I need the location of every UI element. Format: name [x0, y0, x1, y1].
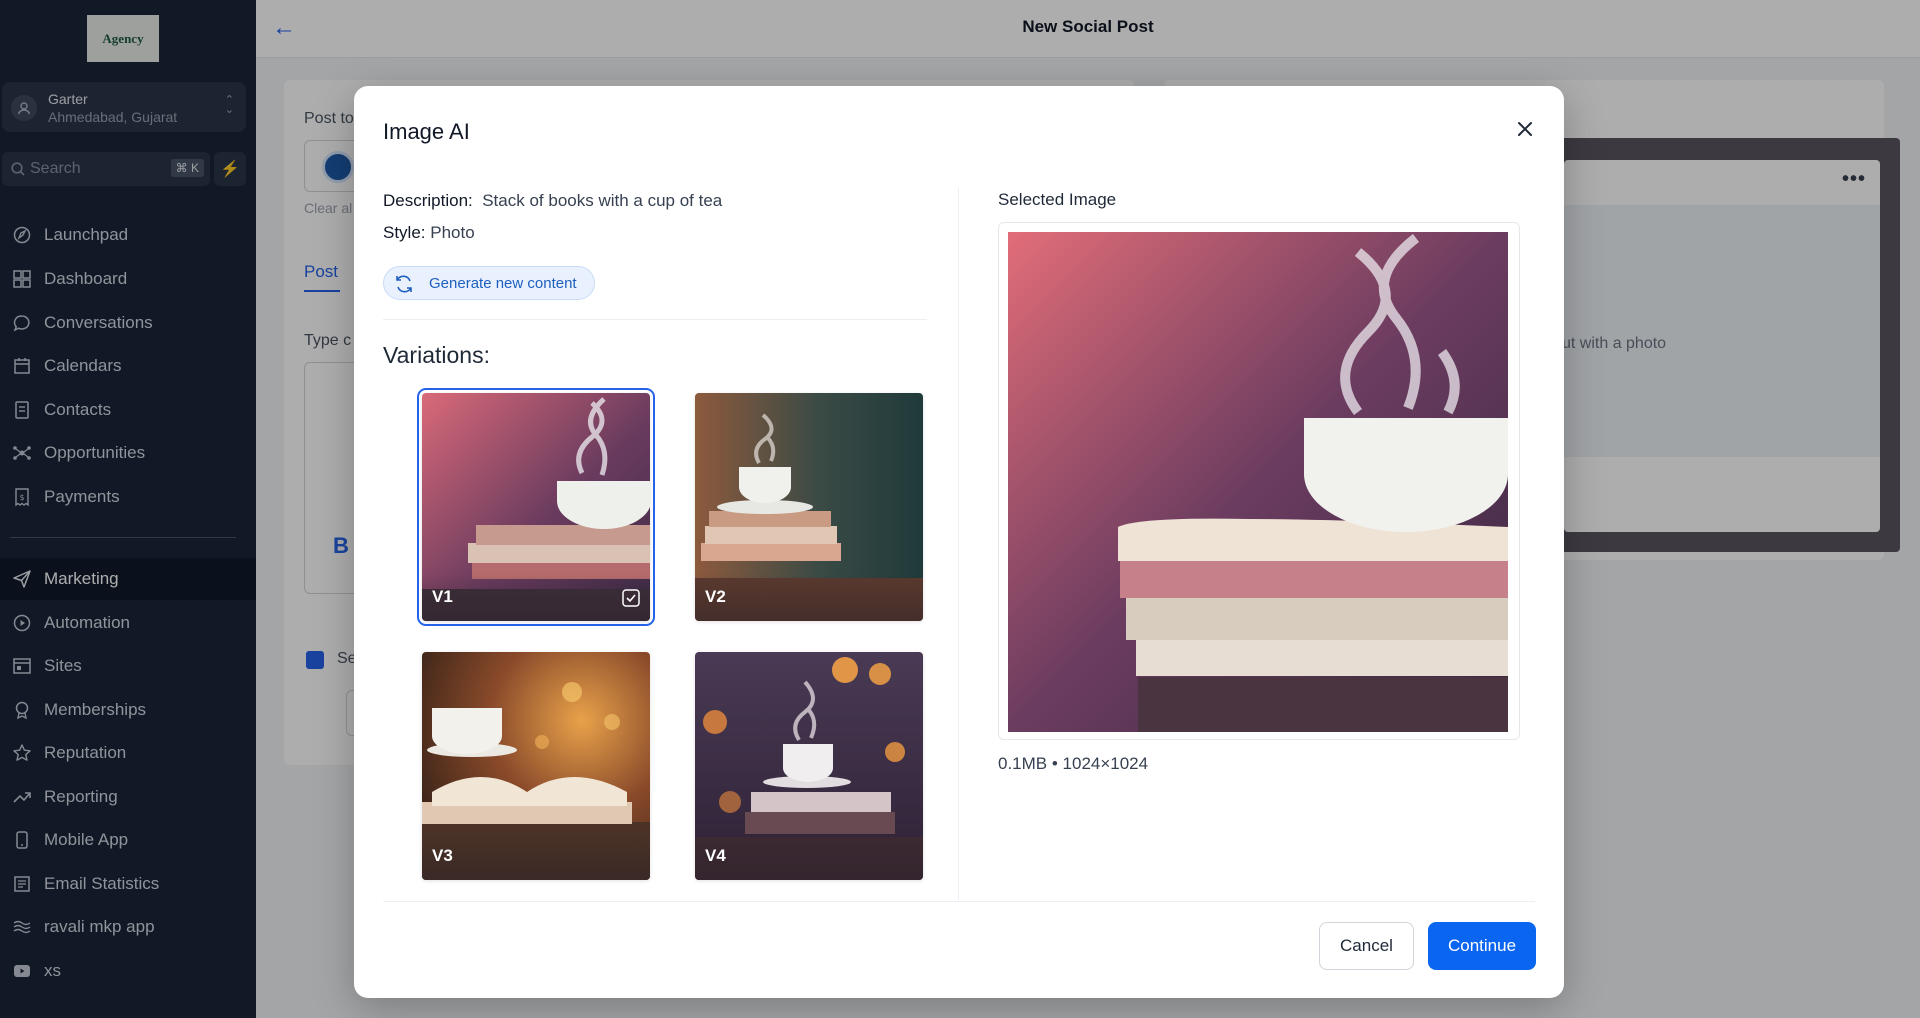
description-row: Description: Stack of books with a cup o… — [383, 191, 722, 211]
generate-new-content-button[interactable]: Generate new content — [383, 266, 595, 300]
variations-title: Variations: — [383, 342, 490, 368]
selected-image-meta: 0.1MB • 1024×1024 — [998, 754, 1149, 773]
description-label: Description: — [383, 191, 473, 210]
continue-button[interactable]: Continue — [1428, 922, 1536, 970]
variation-thumbnail-v1[interactable]: V1 — [417, 388, 655, 626]
modal-title: Image AI — [383, 119, 470, 144]
variation-label: V2 — [705, 587, 726, 606]
image-ai-modal: Image AI Description: Stack of books wit… — [354, 86, 1564, 998]
thumbnail-label-fade — [695, 832, 923, 880]
selected-image-title: Selected Image — [998, 190, 1117, 209]
footer-divider — [383, 901, 1535, 902]
style-row: Style: Photo — [383, 223, 475, 243]
thumbnail-label-fade — [422, 832, 650, 880]
thumbnail-label-fade — [422, 573, 650, 621]
column-divider — [958, 188, 959, 900]
selected-image-graphic — [1008, 232, 1508, 732]
variation-label: V1 — [432, 587, 453, 606]
variation-label: V3 — [432, 846, 453, 865]
thumbnail-label-fade — [695, 573, 923, 621]
divider — [383, 319, 927, 320]
variation-thumbnail-v2[interactable]: V2 — [695, 393, 923, 621]
variation-thumbnail-v3[interactable]: V3 — [422, 652, 650, 880]
generate-label: Generate new content — [429, 275, 577, 292]
style-label: Style: — [383, 223, 426, 242]
refresh-icon — [396, 275, 412, 293]
close-icon[interactable] — [1509, 113, 1541, 145]
style-value: Photo — [430, 223, 475, 242]
selected-image — [1008, 232, 1508, 732]
cancel-button[interactable]: Cancel — [1319, 922, 1414, 970]
variation-label: V4 — [705, 846, 726, 865]
description-value: Stack of books with a cup of tea — [482, 191, 723, 210]
variation-thumbnail-v4[interactable]: V4 — [695, 652, 923, 880]
checkbox-checked-icon — [622, 589, 640, 607]
